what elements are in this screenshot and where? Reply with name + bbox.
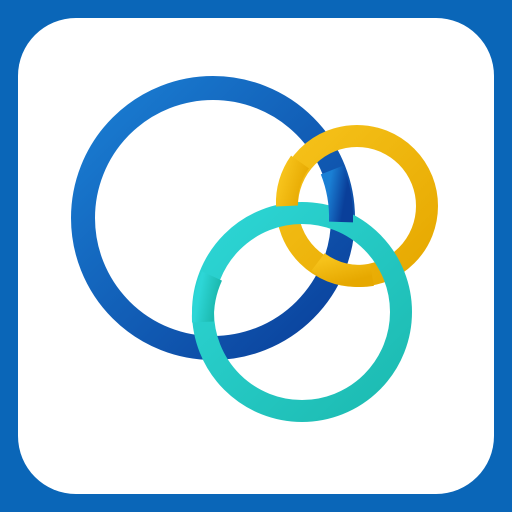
icon-frame xyxy=(0,0,512,512)
interlocking-rings-icon xyxy=(71,76,438,422)
